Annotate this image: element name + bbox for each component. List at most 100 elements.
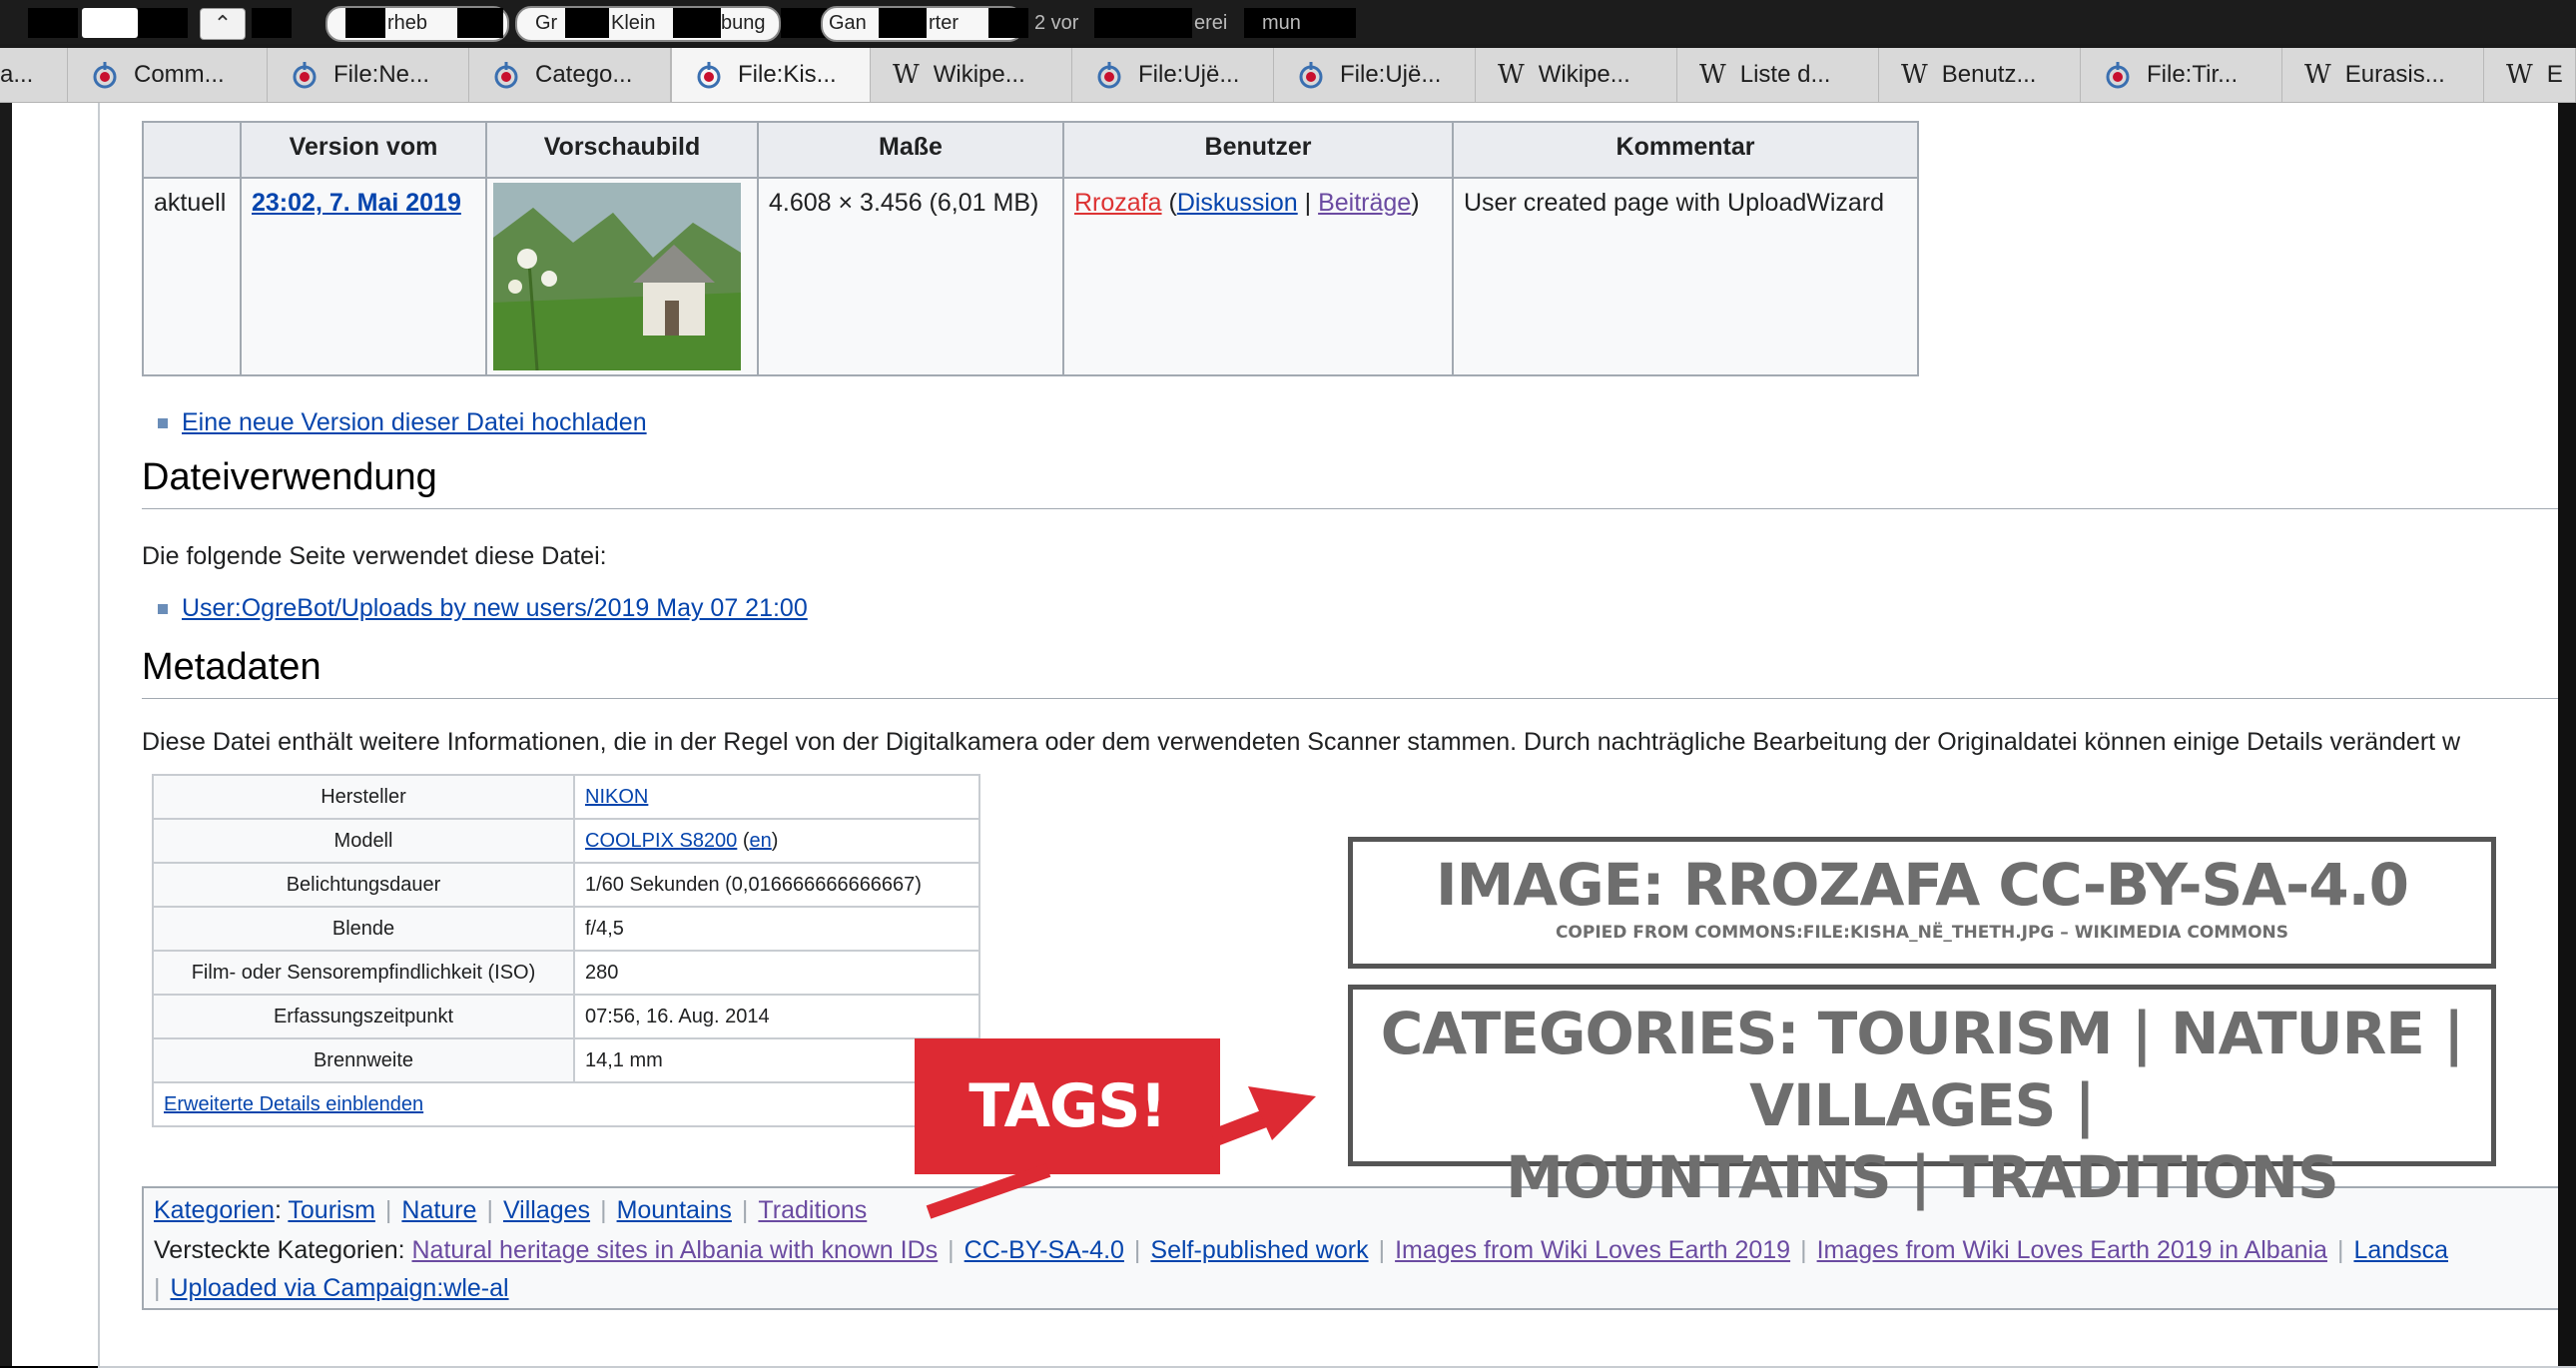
tab-title: File:Ujë... — [1138, 61, 1240, 88]
divider — [142, 698, 2576, 699]
browser-tab[interactable]: W Eurasis... — [2282, 48, 2484, 102]
metadata-value: NIKON — [573, 774, 980, 820]
find-bar-label: rheb — [387, 12, 428, 34]
categories-overlay-line: CATEGORIES: TOURISM | NATURE | VILLAGES … — [1380, 1000, 2465, 1139]
metadata-key: Blende — [152, 906, 575, 952]
redaction — [345, 8, 385, 38]
tab-title: Wikipe... — [1538, 61, 1630, 88]
tab-title: Liste d... — [1739, 61, 1831, 88]
hidden-category-line: Versteckte Kategorien: Natural heritage … — [154, 1236, 2448, 1265]
table-row: aktuell 23:02, 7. Mai 2019 4.608 × 3.456… — [142, 177, 1919, 376]
browser-tab-active[interactable]: File:Kis... — [671, 48, 871, 102]
metadata-intro: Diese Datei enthält weitere Informatione… — [142, 728, 2461, 756]
redaction — [988, 8, 1028, 38]
commons-icon — [697, 62, 721, 89]
expand-details-link[interactable]: Erweiterte Details einblenden — [164, 1093, 423, 1115]
upload-new-version-link[interactable]: Eine neue Version dieser Datei hochladen — [182, 408, 647, 436]
user-link[interactable]: Rrozafa — [1074, 189, 1162, 217]
separator: | — [600, 1196, 607, 1224]
browser-tab[interactable]: W Wikipe... — [1476, 48, 1677, 102]
usage-intro: Die folgende Seite verwendet diese Datei… — [142, 542, 607, 570]
thumbnail-image[interactable] — [493, 183, 741, 370]
hidden-category-link[interactable]: Uploaded via Campaign:wle-al — [171, 1274, 509, 1302]
table-row: Blende f/4,5 — [152, 906, 980, 952]
table-row: Belichtungsdauer 1/60 Sekunden (0,0166666… — [152, 862, 980, 908]
browser-tab[interactable]: Catego... — [469, 48, 671, 102]
comment-cell: User created page with UploadWizard — [1452, 177, 1919, 376]
browser-tab[interactable]: W Wikipe... — [871, 48, 1072, 102]
tab-title: a... — [0, 61, 34, 88]
browser-tab[interactable]: W Liste d... — [1677, 48, 1879, 102]
version-status: aktuell — [142, 177, 242, 376]
find-bar-label: 2 vor — [1034, 12, 1079, 34]
hidden-category-link[interactable]: Images from Wiki Loves Earth 2019 in Alb… — [1817, 1236, 2327, 1264]
usage-page-link[interactable]: User:OgreBot/Uploads by new users/2019 M… — [182, 594, 808, 622]
column-header: Kommentar — [1452, 121, 1919, 179]
metadata-link[interactable]: COOLPIX S8200 — [585, 830, 737, 852]
table-row: Hersteller NIKON — [152, 774, 980, 820]
column-header: Maße — [757, 121, 1064, 179]
metadata-lang-link[interactable]: en — [750, 830, 772, 852]
metadata-link[interactable]: NIKON — [585, 786, 648, 808]
tab-title: File:Tir... — [2147, 61, 2239, 88]
metadata-key: Film- oder Sensorempfindlichkeit (ISO) — [152, 950, 575, 996]
categories-label-link[interactable]: Kategorien — [154, 1196, 275, 1224]
hidden-category-link[interactable]: CC-BY-SA-4.0 — [965, 1236, 1124, 1264]
browser-tab[interactable]: W Benutz... — [1879, 48, 2081, 102]
category-link-mountains[interactable]: Mountains — [617, 1196, 732, 1224]
version-date-link[interactable]: 23:02, 7. Mai 2019 — [252, 189, 461, 217]
commons-icon — [494, 62, 518, 89]
categories-overlay-box: CATEGORIES: TOURISM | NATURE | VILLAGES … — [1348, 985, 2496, 1211]
separator: | — [2336, 1236, 2344, 1264]
category-link-tourism[interactable]: Tourism — [288, 1196, 375, 1224]
column-header — [142, 121, 242, 179]
redaction — [138, 8, 188, 38]
table-header-row: Version vom Vorschaubild Maße Benutzer K… — [142, 121, 1919, 179]
tab-title: File:Kis... — [738, 61, 837, 88]
wikipedia-icon: W — [1699, 60, 1726, 90]
category-link-nature[interactable]: Nature — [401, 1196, 476, 1224]
separator: | — [1800, 1236, 1807, 1264]
commons-icon — [293, 62, 317, 89]
bullet-icon — [158, 418, 168, 429]
wikipedia-icon: W — [1901, 60, 1928, 90]
find-bar-label: Klein — [611, 12, 656, 34]
browser-tab[interactable]: File:Tir... — [2081, 48, 2282, 102]
find-bar-label: erei — [1194, 12, 1228, 34]
find-bar-label: rter — [929, 12, 959, 34]
find-input-fragment[interactable] — [82, 8, 138, 38]
find-bar-label: Gan — [829, 12, 867, 34]
tab-title: Comm... — [134, 61, 225, 88]
metadata-value: 07:56, 16. Aug. 2014 — [573, 994, 980, 1039]
hidden-category-link[interactable]: Landsca — [2353, 1236, 2448, 1264]
hidden-category-link[interactable]: Self-published work — [1150, 1236, 1368, 1264]
version-cell: 23:02, 7. Mai 2019 — [240, 177, 487, 376]
find-previous-button[interactable]: ⌃ — [200, 8, 246, 40]
browser-tab[interactable]: Comm... — [68, 48, 268, 102]
metadata-key: Brennweite — [152, 1037, 575, 1083]
browser-tab[interactable]: a... — [0, 48, 68, 102]
redaction — [673, 8, 721, 38]
commons-icon — [93, 62, 117, 89]
metadata-value: 1/60 Sekunden (0,016666666666667) — [573, 862, 980, 908]
metadata-key: Belichtungsdauer — [152, 862, 575, 908]
category-link-villages[interactable]: Villages — [503, 1196, 590, 1224]
user-cell: Rrozafa (Diskussion | Beiträge) — [1062, 177, 1454, 376]
browser-tab-bar: a... Comm... File:Ne... Catego... File:K… — [0, 48, 2576, 103]
category-link-traditions[interactable]: Traditions — [758, 1196, 867, 1224]
separator: | — [1378, 1236, 1386, 1264]
separator: | — [154, 1274, 161, 1302]
scrollbar[interactable] — [2558, 103, 2576, 1366]
browser-tab[interactable]: File:Ne... — [268, 48, 469, 102]
browser-tab[interactable]: File:Ujë... — [1072, 48, 1274, 102]
table-row: Erfassungszeitpunkt 07:56, 16. Aug. 2014 — [152, 994, 980, 1039]
tab-title: File:Ne... — [333, 61, 430, 88]
hidden-category-link[interactable]: Natural heritage sites in Albania with k… — [412, 1236, 939, 1264]
chevron-up-icon: ⌃ — [213, 11, 233, 36]
browser-tab[interactable]: WE — [2484, 48, 2576, 102]
user-talk-link[interactable]: Diskussion — [1177, 189, 1298, 217]
user-contribs-link[interactable]: Beiträge — [1318, 189, 1411, 217]
browser-tab[interactable]: File:Ujë... — [1274, 48, 1476, 102]
hidden-category-link[interactable]: Images from Wiki Loves Earth 2019 — [1395, 1236, 1790, 1264]
tab-title: File:Ujë... — [1340, 61, 1442, 88]
